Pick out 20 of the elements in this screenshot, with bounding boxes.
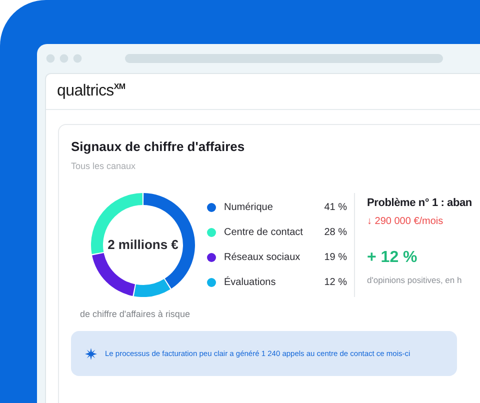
card-subtitle: Tous les canaux — [71, 161, 137, 171]
legend-value: 28 % — [324, 227, 347, 238]
legend-value: 12 % — [324, 277, 347, 288]
address-bar[interactable] — [125, 54, 443, 63]
legend-label: Évaluations — [224, 277, 277, 288]
legend-value: 41 % — [324, 202, 347, 213]
legend-label: Numérique — [224, 202, 274, 213]
change-value: + 12 % — [367, 249, 418, 267]
logo: qualtrics$^{XM}$ — [57, 82, 126, 101]
sparkle-icon — [85, 348, 97, 360]
card-title: Signaux de chiffre d'affaires — [71, 139, 246, 154]
donut-center-label: 2 millions € — [106, 237, 180, 252]
issue-title: Problème n° 1 : aban — [367, 197, 472, 209]
legend-label: Centre de contact — [224, 227, 304, 238]
window-controls-icon[interactable] — [46, 54, 82, 63]
change-note: d'opinions positives, en h — [367, 275, 463, 285]
loss-amount: ↓ 290 000 €/mois — [367, 216, 444, 227]
legend-value: 19 % — [324, 252, 347, 263]
legend-label: Réseaux sociaux — [224, 252, 302, 263]
donut-caption: de chiffre d'affaires à risque — [80, 309, 191, 319]
